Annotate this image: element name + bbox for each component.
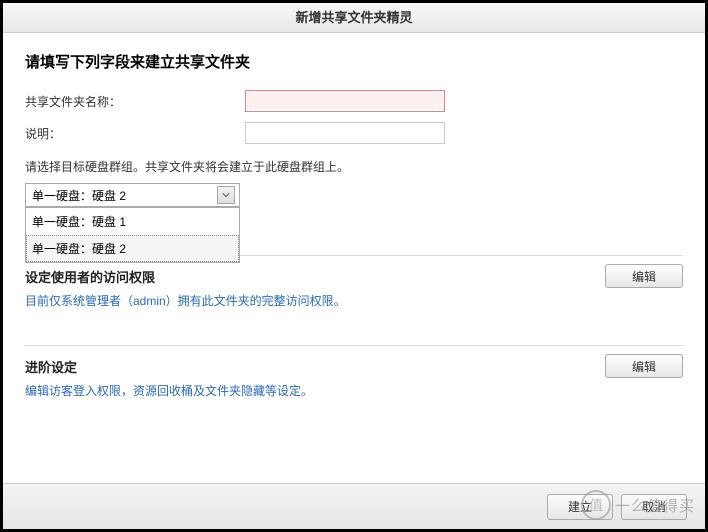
access-section-head: 设定使用者的访问权限 编辑 [25,264,683,288]
folder-name-label: 共享文件夹名称： [25,93,245,110]
page-heading: 请填写下列字段来建立共享文件夹 [25,51,683,72]
disk-select[interactable]: 单一硬盘：硬盘 2 [25,183,240,207]
access-section-title: 设定使用者的访问权限 [25,267,155,286]
advanced-section-title: 进阶设定 [25,357,77,376]
folder-name-row: 共享文件夹名称： [25,90,683,112]
disk-dropdown: 单一硬盘：硬盘 1 单一硬盘：硬盘 2 [25,207,240,263]
description-row: 说明： [25,122,683,144]
disk-select-wrap: 单一硬盘：硬盘 2 单一硬盘：硬盘 1 单一硬盘：硬盘 2 [25,183,240,207]
advanced-section: 进阶设定 编辑 编辑访客登入权限，资源回收桶及文件夹隐藏等设定。 [25,345,683,399]
access-section: 设定使用者的访问权限 编辑 目前仅系统管理者（admin）拥有此文件夹的完整访问… [25,255,683,309]
window: 新增共享文件夹精灵 请填写下列字段来建立共享文件夹 共享文件夹名称： 说明： 请… [0,0,708,532]
create-button[interactable]: 建立 [547,494,613,520]
advanced-section-desc: 编辑访客登入权限，资源回收桶及文件夹隐藏等设定。 [25,382,683,399]
disk-instruction: 请选择目标硬盘群组。共享文件夹将会建立于此硬盘群组上。 [25,158,683,175]
chevron-down-icon [217,186,235,204]
cancel-button[interactable]: 取消 [621,494,687,520]
disk-option-2[interactable]: 单一硬盘：硬盘 2 [26,235,239,262]
description-label: 说明： [25,125,245,142]
advanced-section-head: 进阶设定 编辑 [25,354,683,378]
folder-name-input[interactable] [245,90,445,112]
titlebar: 新增共享文件夹精灵 [3,3,705,33]
disk-option-1[interactable]: 单一硬盘：硬盘 1 [26,208,239,235]
access-edit-button[interactable]: 编辑 [605,264,683,288]
disk-select-value: 单一硬盘：硬盘 2 [32,187,126,204]
description-input[interactable] [245,122,445,144]
content-area: 请填写下列字段来建立共享文件夹 共享文件夹名称： 说明： 请选择目标硬盘群组。共… [3,33,705,399]
window-title: 新增共享文件夹精灵 [295,10,412,25]
advanced-edit-button[interactable]: 编辑 [605,354,683,378]
bottombar: 建立 取消 [3,483,705,529]
access-section-desc: 目前仅系统管理者（admin）拥有此文件夹的完整访问权限。 [25,292,683,309]
